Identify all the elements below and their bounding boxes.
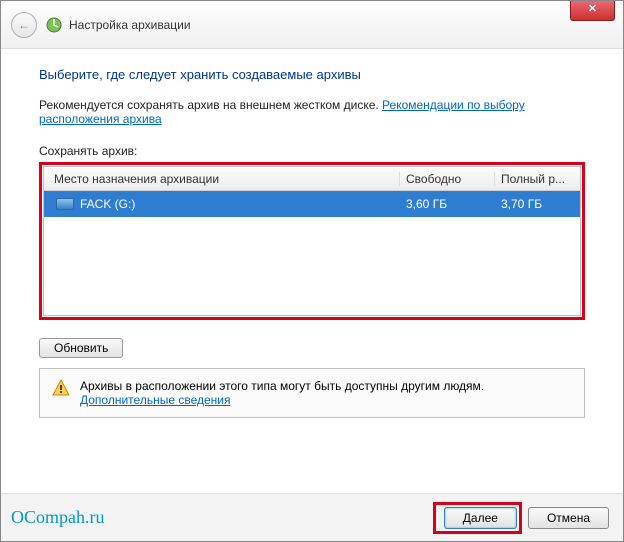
save-location-label: Сохранять архив: [39,144,585,158]
header-bar: ← Настройка архивации [1,1,623,49]
next-button-highlight: Далее [433,502,522,534]
drive-list-highlight: Место назначения архивации Свободно Полн… [39,162,585,320]
drive-free: 3,60 ГБ [400,197,495,211]
refresh-button[interactable]: Обновить [39,338,123,358]
back-button[interactable]: ← [11,12,37,38]
warning-content: Архивы в расположении этого типа могут б… [80,379,484,407]
close-button[interactable]: ✕ [570,1,615,21]
footer-bar: OCompah.ru Далее Отмена [1,493,623,541]
drive-total: 3,70 ГБ [495,197,580,211]
drive-name: FACK (G:) [80,197,135,211]
watermark-text: OCompah.ru [11,507,105,528]
content-area: Выберите, где следует хранить создаваемы… [1,49,623,430]
wizard-window: ✕ ← Настройка архивации Выберите, где сл… [0,0,624,542]
column-free[interactable]: Свободно [400,172,495,186]
close-icon: ✕ [588,3,597,15]
desc-prefix: Рекомендуется сохранять архив на внешнем… [39,98,382,112]
window-title: Настройка архивации [69,18,191,32]
back-arrow-icon: ← [18,18,30,32]
description-text: Рекомендуется сохранять архив на внешнем… [39,98,585,126]
cancel-button[interactable]: Отмена [528,507,609,529]
drive-icon [56,198,74,210]
wizard-icon [45,16,63,34]
column-destination[interactable]: Место назначения архивации [44,172,400,186]
more-info-link[interactable]: Дополнительные сведения [80,393,230,407]
warning-text: Архивы в расположении этого типа могут б… [80,379,484,393]
page-heading: Выберите, где следует хранить создаваемы… [39,67,585,82]
drive-list[interactable]: Место назначения архивации Свободно Полн… [43,166,581,316]
column-total[interactable]: Полный р... [495,172,580,186]
next-button[interactable]: Далее [444,507,517,529]
warning-icon [52,379,70,397]
drive-row-selected[interactable]: FACK (G:) 3,60 ГБ 3,70 ГБ [44,191,580,217]
warning-box: Архивы в расположении этого типа могут б… [39,368,585,418]
list-header: Место назначения архивации Свободно Полн… [44,167,580,191]
